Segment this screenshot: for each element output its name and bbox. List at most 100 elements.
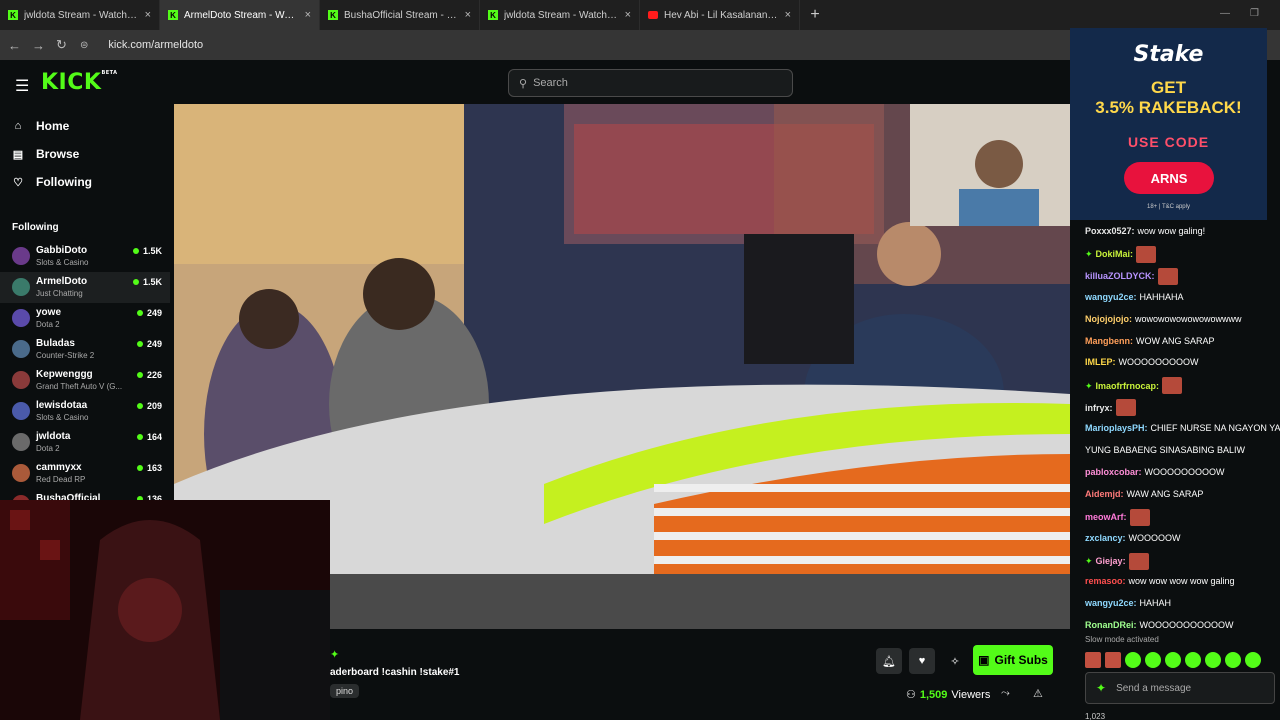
chat-username[interactable]: Imaofrfrnocap: xyxy=(1096,379,1160,393)
browser-tab[interactable]: Kjwldota Stream - Watch Live on × xyxy=(0,0,160,30)
close-tab-icon[interactable]: × xyxy=(145,9,151,21)
notification-bell-icon[interactable]: 🔔︎ xyxy=(876,648,902,674)
channel-category: Slots & Casino xyxy=(36,258,89,267)
avatar xyxy=(12,309,30,327)
ad-terms: 18+ | T&C apply xyxy=(1147,204,1190,210)
stream-title: aderboard !cashin !stake#1 xyxy=(330,667,460,678)
chat-username[interactable]: Poxxx0527: xyxy=(1085,224,1135,238)
emote-icon[interactable] xyxy=(1205,652,1221,668)
chat-username[interactable]: wangyu2ce: xyxy=(1085,596,1137,610)
chat-username[interactable]: DokiMai: xyxy=(1096,247,1134,261)
emote-icon[interactable] xyxy=(1185,652,1201,668)
browser-tab[interactable]: Hev Abi - Lil Kasalanan Shortic × xyxy=(640,0,800,30)
chat-username[interactable]: Giejay: xyxy=(1096,554,1126,568)
tab-title: jwldota Stream - Watch Live on xyxy=(504,9,619,21)
emote-icon[interactable] xyxy=(1225,652,1241,668)
chat-text: CHIEF NURSE NA NGAYON YAN xyxy=(1150,423,1280,434)
following-channel[interactable]: Buladas Counter-Strike 2 249 xyxy=(0,334,170,365)
chat-message: wangyu2ce: HAHHAHA xyxy=(1085,290,1184,304)
ad-code-button[interactable]: ARNS xyxy=(1124,162,1214,194)
nav-following[interactable]: ♡ Following xyxy=(12,175,92,189)
share-icon[interactable]: ⤳ xyxy=(1001,687,1010,700)
chat-username[interactable]: Nojojojojo: xyxy=(1085,312,1132,326)
report-icon[interactable]: ⚠ xyxy=(1033,687,1043,700)
following-channel[interactable]: GabbiDoto Slots & Casino 1.5K xyxy=(0,241,170,272)
following-channel[interactable]: jwldota Dota 2 164 xyxy=(0,427,170,458)
emote-icon[interactable] xyxy=(1165,652,1181,668)
url-field[interactable]: kick.com/armeldoto xyxy=(108,39,203,51)
avatar xyxy=(12,371,30,389)
chat-username[interactable]: Aidemjd: xyxy=(1085,487,1124,501)
browser-tab[interactable]: K BushaOfficial Stream - Watch L × xyxy=(320,0,480,30)
stream-info-bar: ✦ aderboard !cashin !stake#1 pino 🔔︎ ♥ ✧… xyxy=(330,630,1070,720)
chat-username[interactable]: IMLEP: xyxy=(1085,355,1116,369)
chat-username[interactable]: remasoo: xyxy=(1085,574,1126,588)
chat-message: ✦ DokiMai: xyxy=(1085,245,1157,263)
emote-icon[interactable] xyxy=(1125,652,1141,668)
chat-message: wangyu2ce: HAHAH xyxy=(1085,596,1171,610)
close-tab-icon[interactable]: × xyxy=(785,9,791,21)
stake-ad-banner[interactable]: Stake GET 3.5% RAKEBACK! USE CODE ARNS 18… xyxy=(1070,28,1267,220)
nav-home[interactable]: ⌂ Home xyxy=(12,119,70,133)
chat-username[interactable]: zxclancy: xyxy=(1085,531,1126,545)
chat-message: meowArf: xyxy=(1085,508,1150,526)
chat-message-input[interactable]: ✦ Send a message xyxy=(1085,672,1275,704)
chat-username[interactable]: meowArf: xyxy=(1085,510,1127,524)
emote-bar[interactable] xyxy=(1085,652,1261,668)
chat-username[interactable]: RonanDRei: xyxy=(1085,618,1137,632)
chat-username[interactable]: infryx: xyxy=(1085,401,1113,415)
forward-arrow-icon[interactable]: → xyxy=(32,38,45,53)
emote-icon[interactable] xyxy=(1145,652,1161,668)
emote-icon[interactable] xyxy=(1085,652,1101,668)
gift-icon: ▣ xyxy=(978,653,990,667)
channel-viewers: 1.5K xyxy=(133,277,162,287)
close-tab-icon[interactable]: × xyxy=(625,9,631,21)
avatar xyxy=(12,402,30,420)
emote-icon xyxy=(1129,508,1150,526)
sparkle-icon[interactable]: ✦ xyxy=(1096,681,1106,695)
channel-name: lewisdotaa xyxy=(36,400,88,411)
chat-message: IMLEP: WOOOOOOOOOW xyxy=(1085,355,1199,369)
chat-text: WAW ANG SARAP xyxy=(1126,488,1204,499)
close-tab-icon[interactable]: × xyxy=(305,9,311,21)
restore-icon[interactable]: ❐ xyxy=(1250,8,1259,19)
sidebar: ⌂ Home ▤ Browse ♡ Following Following Ga… xyxy=(0,104,170,513)
channel-category: Just Chatting xyxy=(36,289,83,298)
close-tab-icon[interactable]: × xyxy=(465,9,471,21)
browser-tab[interactable]: Kjwldota Stream - Watch Live on × xyxy=(480,0,640,30)
site-info-icon[interactable]: ⊜ xyxy=(80,40,88,51)
reload-icon[interactable]: ↻ xyxy=(56,37,67,53)
chat-username[interactable]: Mangbenn: xyxy=(1085,334,1133,348)
verified-icon: ✦ xyxy=(330,649,340,661)
ad-use-code: USE CODE xyxy=(1127,134,1210,150)
minimize-icon[interactable]: — xyxy=(1220,8,1230,19)
menu-icon[interactable]: ☰ xyxy=(15,76,29,96)
following-channel[interactable]: ArmelDoto Just Chatting 1.5K xyxy=(0,272,170,303)
nav-browse[interactable]: ▤ Browse xyxy=(12,147,80,161)
following-channel[interactable]: cammyxx Red Dead RP 163 xyxy=(0,458,170,489)
chat-username[interactable]: wangyu2ce: xyxy=(1085,290,1137,304)
following-channel[interactable]: lewisdotaa Slots & Casino 209 xyxy=(0,396,170,427)
chat-username[interactable]: pabloxcobar: xyxy=(1085,465,1142,479)
search-input[interactable]: ⚲ Search xyxy=(508,69,793,97)
following-channel[interactable]: Kepwenggg Grand Theft Auto V (G... 226 xyxy=(0,365,170,396)
youtube-icon xyxy=(648,11,658,19)
sparkle-icon[interactable]: ✧ xyxy=(942,648,968,674)
kick-logo[interactable]: KICKBETA xyxy=(41,70,118,95)
tab-title: Hev Abi - Lil Kasalanan Shortic xyxy=(664,9,779,21)
browser-tab[interactable]: K ArmelDoto Stream - Watch × xyxy=(160,0,320,30)
browser-tab-strip: Kjwldota Stream - Watch Live on × K ArmelDo… xyxy=(0,0,1280,30)
gift-subs-button[interactable]: ▣ Gift Subs xyxy=(973,645,1053,675)
back-arrow-icon[interactable]: ← xyxy=(8,38,21,53)
following-channel[interactable]: yowe Dota 2 249 xyxy=(0,303,170,334)
chat-message: killuaZOLDYCK: xyxy=(1085,267,1178,285)
chat-username[interactable]: MarioplaysPH: xyxy=(1085,421,1148,435)
emote-icon[interactable] xyxy=(1105,652,1121,668)
sub-badge-icon: ✦ xyxy=(1085,249,1093,260)
chat-message: RonanDRei: WOOOOOOOOOOOW xyxy=(1085,618,1234,632)
new-tab-icon[interactable]: + xyxy=(800,6,830,24)
stream-tag[interactable]: pino xyxy=(330,684,360,698)
chat-username[interactable]: killuaZOLDYCK: xyxy=(1085,269,1155,283)
follow-heart-icon[interactable]: ♥ xyxy=(909,648,935,674)
emote-icon[interactable] xyxy=(1245,652,1261,668)
